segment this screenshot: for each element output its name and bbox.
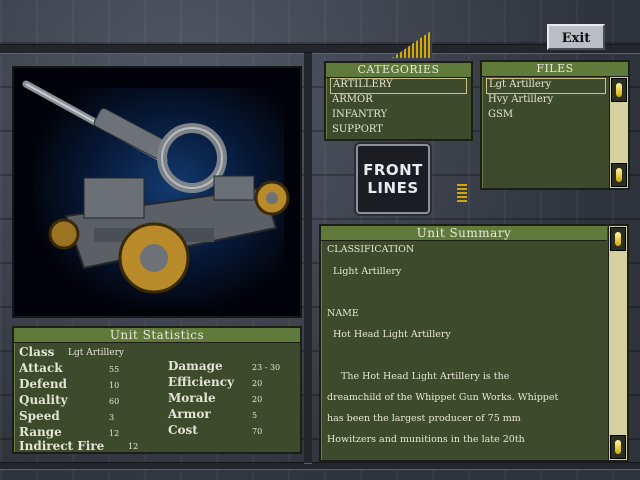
summary-scrollbar[interactable]	[608, 226, 627, 460]
scroll-up-button[interactable]	[610, 227, 626, 251]
stat-class-value: Lgt Artillery	[68, 348, 124, 358]
stat-value: 70	[252, 427, 263, 436]
stat-value: 10	[109, 381, 120, 390]
scroll-down-button[interactable]	[611, 163, 627, 187]
category-support[interactable]: SUPPORT	[330, 123, 467, 137]
file-gsm[interactable]: GSM	[486, 108, 606, 122]
scroll-down-icon	[615, 440, 621, 454]
stat-label: Cost	[168, 423, 198, 437]
description-line: has been the largest producer of 75 mm	[327, 413, 521, 424]
stat-value: 20	[252, 395, 263, 404]
stat-label: Indirect Fire	[19, 439, 105, 453]
classification-value: Light Artillery	[333, 266, 402, 277]
name-label: NAME	[327, 308, 359, 319]
stat-label: Damage	[168, 359, 223, 373]
unit-statistics-title: Unit Statistics	[14, 328, 300, 343]
stat-label: Efficiency	[168, 375, 235, 389]
scroll-up-button[interactable]	[611, 78, 627, 102]
stat-class-label: Class	[19, 345, 55, 359]
stat-value: 60	[109, 397, 120, 406]
stat-value: 3	[109, 413, 115, 422]
files-scrollbar[interactable]	[609, 77, 628, 188]
description-line: Howitzers and munitions in the late 20th	[327, 434, 525, 445]
stat-label: Attack	[19, 361, 63, 375]
stat-value: 12	[128, 442, 139, 451]
file-lgt-artillery[interactable]: Lgt Artillery	[486, 78, 606, 94]
file-hvy-artillery[interactable]: Hvy Artillery	[486, 93, 606, 107]
stat-label: Morale	[168, 391, 216, 405]
stat-label: Quality	[19, 393, 68, 407]
stat-label: Armor	[168, 407, 211, 421]
stat-value: 20	[252, 379, 263, 388]
divider	[0, 44, 640, 54]
artillery-gun-icon	[22, 80, 290, 294]
files-panel: FILES Lgt Artillery Hvy Artillery GSM	[480, 60, 630, 190]
unit-summary-panel: Unit Summary CLASSIFICATION Light Artill…	[319, 224, 629, 462]
category-armor[interactable]: ARMOR	[330, 93, 467, 107]
category-infantry[interactable]: INFANTRY	[330, 108, 467, 122]
stat-label: Speed	[19, 409, 60, 423]
stat-label: Defend	[19, 377, 67, 391]
category-artillery[interactable]: ARTILLERY	[330, 78, 467, 94]
stat-value: 23 - 30	[252, 363, 281, 372]
unit-statistics-panel: Unit Statistics Class Lgt Artillery Atta…	[12, 326, 302, 454]
files-title: FILES	[482, 62, 628, 77]
description-line: The Hot Head Light Artillery is the	[341, 371, 510, 382]
unit-image	[12, 66, 302, 318]
logo-line1: FRONT	[363, 161, 423, 179]
stat-value: 5	[252, 411, 258, 420]
divider	[304, 52, 312, 464]
scroll-down-button[interactable]	[610, 435, 626, 459]
scroll-down-icon	[616, 168, 622, 182]
categories-title: CATEGORIES	[326, 63, 471, 78]
classification-label: CLASSIFICATION	[327, 244, 415, 255]
stripe-decoration	[457, 184, 467, 202]
logo-line2: LINES	[367, 179, 419, 197]
stat-value: 12	[109, 429, 120, 438]
front-lines-logo: FRONT LINES	[356, 144, 430, 214]
exit-button[interactable]: Exit	[547, 24, 605, 50]
stat-label: Range	[19, 425, 62, 439]
scroll-up-icon	[615, 232, 621, 246]
divider	[0, 462, 640, 470]
stat-value: 55	[109, 365, 120, 374]
unit-summary-title: Unit Summary	[321, 226, 607, 241]
description-line: dreamchild of the Whippet Gun Works. Whi…	[327, 392, 559, 403]
scroll-up-icon	[616, 83, 622, 97]
name-value: Hot Head Light Artillery	[333, 329, 451, 340]
categories-panel: CATEGORIES ARTILLERY ARMOR INFANTRY SUPP…	[324, 61, 473, 141]
